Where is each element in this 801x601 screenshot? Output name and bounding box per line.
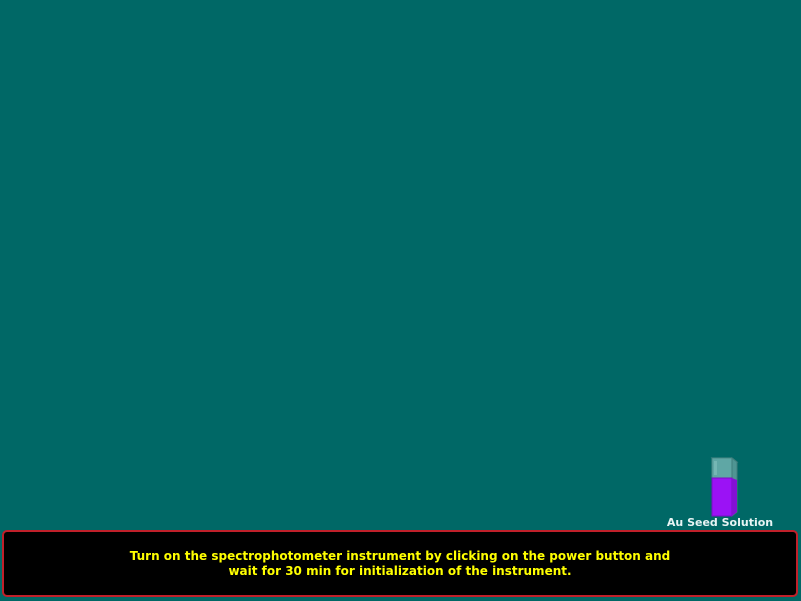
cuvette-icon [710, 456, 739, 518]
lab-workspace [0, 0, 801, 528]
instruction-panel: Turn on the spectrophotometer instrument… [2, 530, 798, 597]
cuvette-label: Au Seed Solution [666, 516, 774, 529]
instruction-line-1: Turn on the spectrophotometer instrument… [129, 548, 671, 563]
simulation-stage: Au Seed Solution Turn on the spectrophot… [0, 0, 801, 601]
instruction-text: Turn on the spectrophotometer instrument… [130, 549, 671, 579]
au-seed-solution-cuvette[interactable] [708, 454, 742, 518]
instruction-line-2: wait for 30 min for initialization of th… [228, 563, 572, 578]
